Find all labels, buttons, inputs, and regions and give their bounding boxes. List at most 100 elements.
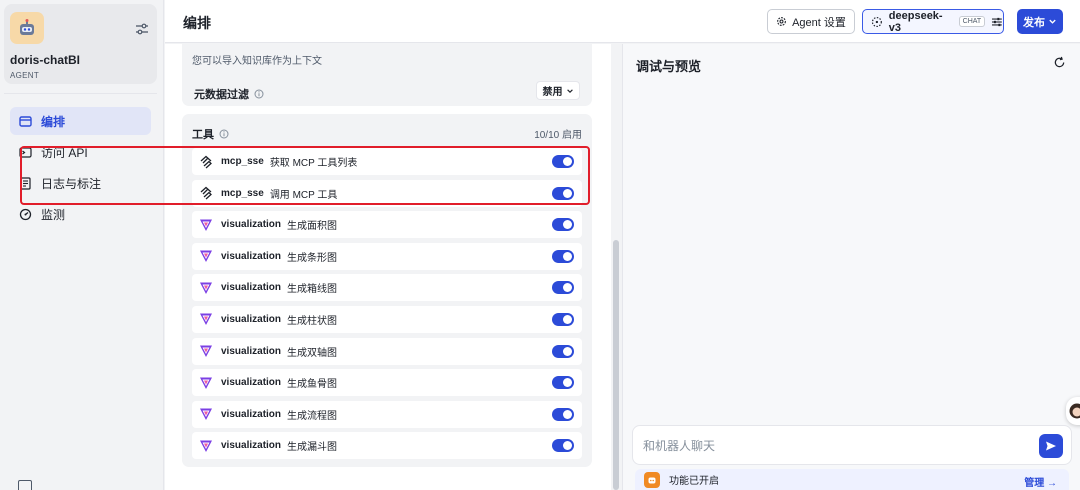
- collapse-sidebar-icon[interactable]: [18, 480, 32, 490]
- preview-title: 调试与预览: [636, 59, 702, 74]
- gear-icon: [777, 17, 786, 26]
- metadata-filter-text: 元数据过滤: [194, 89, 249, 101]
- tool-desc: 生成鱼骨图: [287, 379, 338, 391]
- gauge-icon: [19, 208, 32, 220]
- tool-toggle[interactable]: [552, 186, 574, 200]
- visualization-icon: [200, 313, 212, 326]
- model-selector[interactable]: deepseek-v3 CHAT: [862, 9, 1004, 34]
- tool-name: visualization: [221, 219, 282, 231]
- tools-title-text: 工具: [192, 129, 214, 141]
- layout-icon: [19, 115, 32, 127]
- model-hex-icon: [871, 16, 882, 27]
- info-icon[interactable]: [219, 129, 229, 139]
- feature-enabled-label: 功能已开启: [669, 476, 719, 487]
- tool-toggle[interactable]: [552, 218, 574, 232]
- sidebar: doris-chatBI AGENT 编排 访问 API 日志与标注 监测: [0, 0, 164, 490]
- terminal-icon: [19, 146, 32, 158]
- tool-toggle[interactable]: [552, 439, 574, 453]
- page-title: 编排: [183, 15, 211, 31]
- refresh-icon[interactable]: [1053, 56, 1066, 69]
- tool-name: visualization: [221, 282, 282, 294]
- nav-item-logs[interactable]: 日志与标注: [10, 169, 151, 197]
- visualization-icon: [200, 345, 212, 358]
- send-button[interactable]: [1039, 434, 1063, 458]
- tool-desc: 生成箱线图: [287, 284, 338, 296]
- nav-item-api[interactable]: 访问 API: [10, 138, 151, 166]
- metadata-filter-value: 禁用: [542, 87, 563, 98]
- metadata-filter-label: 元数据过滤: [194, 86, 264, 102]
- chevron-down-icon: [566, 88, 573, 93]
- mcp-icon: [200, 155, 212, 168]
- settings-sliders-icon[interactable]: [134, 22, 150, 36]
- header: 编排 Agent 设置 deepseek-v3 CHAT 发布: [165, 0, 1080, 43]
- robot-icon: [10, 12, 44, 44]
- nav-item-label: 编排: [41, 114, 66, 129]
- chat-input[interactable]: [643, 436, 1023, 456]
- nav-item-monitor[interactable]: 监测: [10, 200, 151, 228]
- nav-item-label: 日志与标注: [41, 176, 102, 191]
- tool-row[interactable]: visualization 生成鱼骨图: [192, 369, 582, 397]
- tool-name: visualization: [221, 377, 282, 389]
- knowledge-hint: 您可以导入知识库作为上下文: [192, 56, 322, 67]
- tool-toggle[interactable]: [552, 249, 574, 263]
- nav-menu: 编排 访问 API 日志与标注 监测: [10, 107, 151, 231]
- visualization-icon: [200, 377, 212, 389]
- feature-manage-link[interactable]: 管理 →: [1024, 474, 1057, 489]
- tune-sliders-icon[interactable]: [991, 16, 1003, 28]
- tools-enabled-count: 10/10 启用: [534, 130, 582, 141]
- tool-row[interactable]: visualization 生成面积图: [192, 211, 582, 239]
- chevron-down-icon: [1049, 19, 1056, 24]
- feature-icon: [644, 471, 660, 488]
- tool-desc: 生成条形图: [287, 252, 338, 264]
- scrollbar-thumb[interactable]: [613, 240, 619, 490]
- agent-settings-label: Agent 设置: [792, 16, 846, 29]
- mcp-icon: [200, 186, 212, 200]
- tool-toggle[interactable]: [552, 155, 574, 168]
- tool-toggle[interactable]: [552, 344, 574, 358]
- tool-desc: 获取 MCP 工具列表: [269, 158, 358, 169]
- tool-toggle[interactable]: [552, 376, 574, 390]
- publish-label: 发布: [1023, 16, 1045, 29]
- publish-button[interactable]: 发布: [1017, 9, 1063, 34]
- agent-settings-button[interactable]: Agent 设置: [767, 9, 855, 34]
- tool-desc: 生成柱状图: [287, 315, 338, 327]
- tool-name: visualization: [221, 345, 282, 357]
- tool-name: visualization: [221, 408, 282, 420]
- feature-bar: 功能已开启 管理 →: [635, 469, 1069, 490]
- tool-row[interactable]: visualization 生成柱状图: [192, 305, 582, 333]
- tool-toggle[interactable]: [552, 407, 574, 421]
- tool-desc: 生成双轴图: [287, 347, 338, 359]
- avatar[interactable]: [1066, 397, 1080, 425]
- tool-row[interactable]: visualization 生成箱线图: [192, 274, 582, 302]
- send-icon: [1046, 441, 1056, 451]
- visualization-icon: [200, 282, 212, 294]
- nav-item-label: 监测: [41, 207, 66, 222]
- metadata-filter-select[interactable]: 禁用: [536, 81, 580, 100]
- nav-item-label: 访问 API: [41, 145, 88, 160]
- tool-row[interactable]: visualization 生成漏斗图: [192, 432, 582, 460]
- divider: [4, 93, 157, 94]
- visualization-icon: [200, 440, 212, 452]
- tool-row[interactable]: visualization 生成双轴图: [192, 337, 582, 365]
- visualization-icon: [200, 250, 212, 263]
- tool-row[interactable]: visualization 生成流程图: [192, 400, 582, 428]
- tool-toggle[interactable]: [552, 312, 574, 326]
- visualization-icon: [200, 408, 212, 421]
- model-mode-badge: CHAT: [958, 16, 986, 27]
- tool-desc: 生成面积图: [287, 221, 338, 233]
- tool-toggle[interactable]: [552, 281, 574, 295]
- tool-row[interactable]: visualization 生成条形图: [192, 242, 582, 270]
- document-icon: [20, 176, 31, 190]
- app-card: doris-chatBI AGENT: [4, 4, 157, 84]
- tool-name: visualization: [221, 440, 282, 452]
- tool-desc: 调用 MCP 工具: [269, 189, 338, 201]
- app-name: doris-chatBI: [10, 53, 81, 67]
- preview-panel: 调试与预览 功能已开启 管理 →: [622, 44, 1080, 490]
- tool-row[interactable]: mcp_sse 获取 MCP 工具列表: [192, 148, 582, 175]
- tool-row[interactable]: mcp_sse 调用 MCP 工具: [192, 179, 582, 207]
- info-icon[interactable]: [254, 89, 264, 99]
- nav-item-orchestrate[interactable]: 编排: [10, 107, 151, 135]
- tool-list: mcp_sse 获取 MCP 工具列表 mcp_sse 调用 MCP 工具 vi…: [192, 148, 582, 464]
- tool-name: mcp_sse: [221, 187, 264, 199]
- model-name: deepseek-v3: [888, 9, 943, 34]
